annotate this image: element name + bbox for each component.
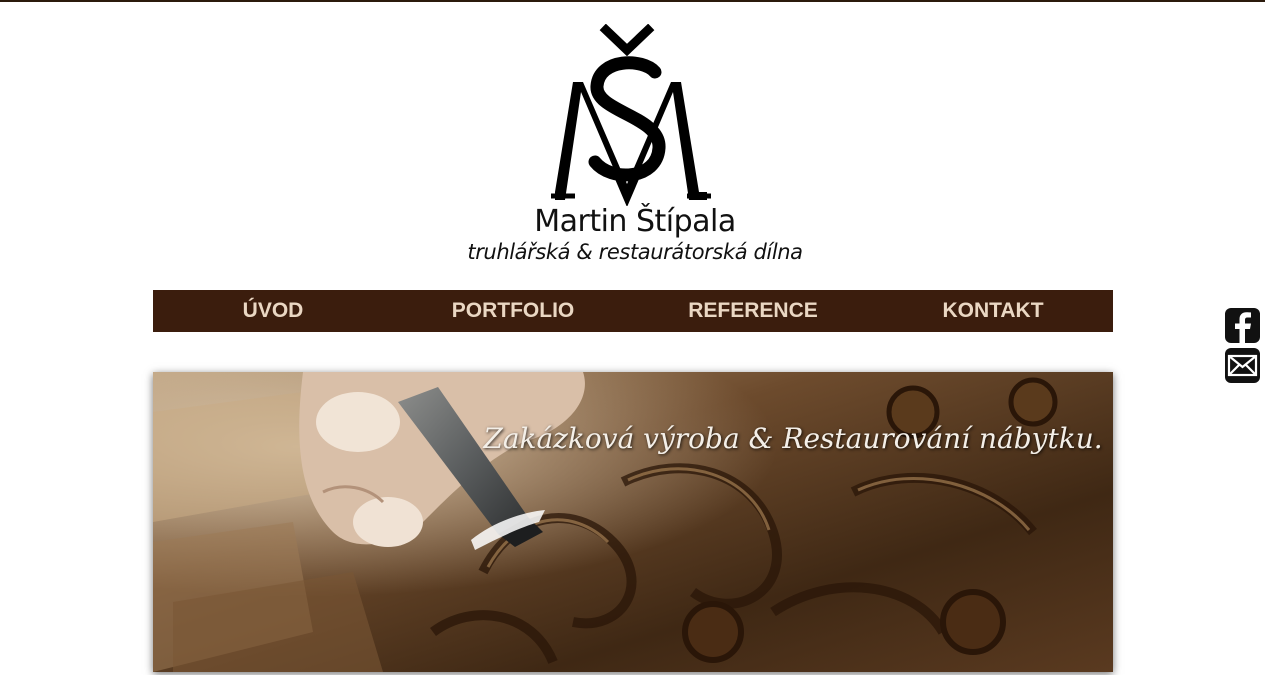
hero-caption: Zakázková výroba & Restaurování nábytku. xyxy=(483,422,1103,455)
top-border xyxy=(0,0,1265,2)
logo-name: Martin Štípala xyxy=(534,204,736,239)
logo-tagline: truhlářská & restaurátorská dílna xyxy=(467,240,803,264)
nav-item-portfolio[interactable]: PORTFOLIO xyxy=(393,290,633,332)
hero-banner: Zakázková výroba & Restaurování nábytku. xyxy=(153,372,1113,672)
monogram-logo xyxy=(551,24,711,206)
site-logo[interactable]: Martin Štípala truhlářská & restaurátors… xyxy=(455,24,815,274)
envelope-icon xyxy=(1225,348,1260,383)
nav-item-uvod[interactable]: ÚVOD xyxy=(153,290,393,332)
nav-item-reference[interactable]: REFERENCE xyxy=(633,290,873,332)
facebook-link[interactable] xyxy=(1225,308,1260,343)
email-link[interactable] xyxy=(1225,348,1260,383)
main-navigation: ÚVOD PORTFOLIO REFERENCE KONTAKT xyxy=(153,290,1113,332)
hero-image xyxy=(153,372,1113,672)
nav-item-kontakt[interactable]: KONTAKT xyxy=(873,290,1113,332)
facebook-icon xyxy=(1225,308,1260,343)
